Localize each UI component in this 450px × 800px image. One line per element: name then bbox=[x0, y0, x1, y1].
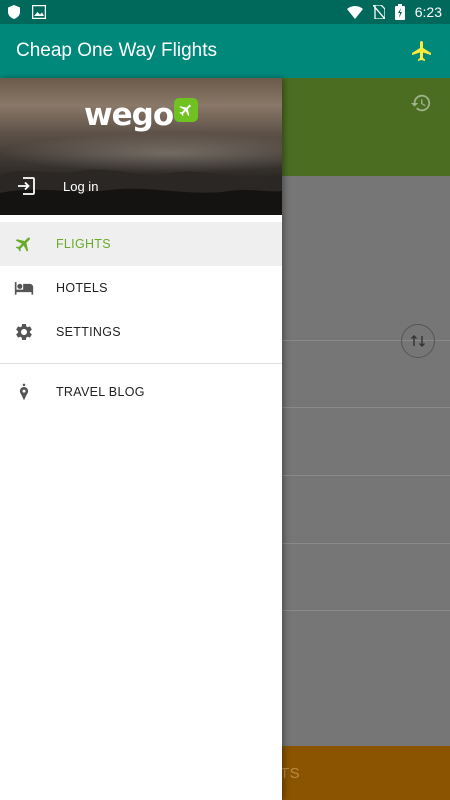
bed-icon bbox=[14, 278, 34, 298]
wifi-icon bbox=[346, 5, 363, 19]
menu-item-flights[interactable]: FLIGHTS bbox=[0, 222, 282, 266]
no-sim-icon bbox=[372, 5, 385, 19]
menu-item-label: HOTELS bbox=[56, 281, 108, 295]
login-label: Log in bbox=[63, 178, 99, 194]
menu-item-hotels[interactable]: HOTELS bbox=[0, 266, 282, 310]
logo-airplane-icon bbox=[174, 98, 199, 122]
drawer-header: wego Log in bbox=[0, 78, 282, 215]
wego-logo: wego bbox=[84, 98, 199, 131]
menu-item-settings[interactable]: SETTINGS bbox=[0, 310, 282, 354]
app-bar: Cheap One Way Flights bbox=[0, 24, 450, 78]
swap-icon bbox=[411, 335, 425, 347]
search-button-label: TS bbox=[280, 765, 301, 782]
clock: 6:23 bbox=[414, 4, 442, 20]
gear-icon bbox=[14, 322, 34, 342]
location-pin-icon bbox=[14, 382, 34, 402]
drawer-menu: FLIGHTS HOTELS SETTINGS TRAVEL BLOG bbox=[0, 222, 282, 414]
navigation-drawer: wego Log in FLIGHTS HOTELS SETTINGS TRAV… bbox=[0, 78, 282, 800]
shield-icon bbox=[8, 5, 20, 19]
login-icon bbox=[18, 177, 35, 195]
menu-item-label: SETTINGS bbox=[56, 325, 121, 339]
image-icon bbox=[32, 5, 46, 19]
history-icon[interactable] bbox=[410, 92, 432, 114]
status-bar: 6:23 bbox=[0, 0, 450, 24]
menu-item-label: TRAVEL BLOG bbox=[56, 385, 145, 399]
swap-button[interactable] bbox=[401, 324, 435, 358]
menu-item-travel-blog[interactable]: TRAVEL BLOG bbox=[0, 370, 282, 414]
app-title: Cheap One Way Flights bbox=[16, 40, 217, 61]
landscape-background bbox=[0, 169, 282, 215]
login-button[interactable]: Log in bbox=[16, 176, 98, 196]
menu-divider bbox=[0, 363, 282, 364]
airplane-icon bbox=[14, 234, 34, 254]
menu-item-label: FLIGHTS bbox=[56, 237, 111, 251]
battery-icon bbox=[394, 4, 405, 20]
airplane-icon[interactable] bbox=[410, 39, 434, 63]
